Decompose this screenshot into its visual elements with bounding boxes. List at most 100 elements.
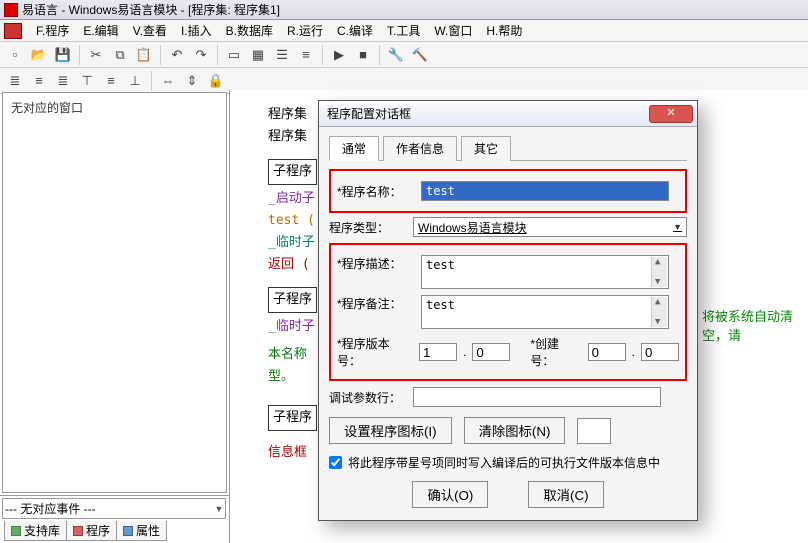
size2-icon[interactable]: ⇕ bbox=[181, 70, 203, 92]
event-combo[interactable]: --- 无对应事件 --- ▼ bbox=[2, 498, 226, 519]
title-bar: 易语言 - Windows易语言模块 - [程序集: 程序集1] bbox=[0, 0, 808, 20]
label-version: *程序版本号： bbox=[337, 335, 413, 369]
new-icon[interactable]: ▫ bbox=[4, 44, 26, 66]
cut-icon[interactable]: ✂ bbox=[85, 44, 107, 66]
textarea-text: test bbox=[426, 258, 455, 272]
scrollbar[interactable] bbox=[651, 297, 667, 327]
config-dialog: 程序配置对话框 ✕ 通常 作者信息 其它 *程序名称： test 程序类型： W… bbox=[318, 100, 698, 521]
menu-bar: F.程序 E.编辑 V.查看 I.插入 B.数据库 R.运行 C.编译 T.工具… bbox=[0, 20, 808, 42]
menu-tools[interactable]: T.工具 bbox=[381, 20, 426, 41]
code-box: 子程序 bbox=[268, 159, 317, 185]
icon-preview bbox=[577, 418, 611, 444]
code-line: _临时子 bbox=[268, 232, 317, 254]
menu-view[interactable]: V.查看 bbox=[127, 20, 173, 41]
lock-icon[interactable]: 🔒 bbox=[205, 70, 227, 92]
menu-compile[interactable]: C.编译 bbox=[331, 20, 379, 41]
tab-program[interactable]: 程序 bbox=[66, 521, 117, 541]
align-right-icon[interactable]: ≣ bbox=[52, 70, 74, 92]
code-box: 子程序 bbox=[268, 405, 317, 431]
table-icon[interactable]: ☰ bbox=[271, 44, 293, 66]
separator bbox=[160, 45, 161, 65]
tab-author[interactable]: 作者信息 bbox=[383, 136, 457, 161]
tab-support-lib[interactable]: 支持库 bbox=[4, 521, 67, 541]
label-description: *程序描述： bbox=[337, 255, 415, 272]
code-line: 程序集 bbox=[268, 126, 317, 148]
wrench-icon[interactable]: 🔧 bbox=[385, 44, 407, 66]
menu-window[interactable]: W.窗口 bbox=[428, 20, 478, 41]
label-remark: *程序备注： bbox=[337, 295, 415, 312]
program-name-input[interactable]: test bbox=[421, 181, 669, 201]
version-major-input[interactable] bbox=[419, 343, 457, 361]
label-program-name: *程序名称： bbox=[337, 183, 415, 200]
tab-general[interactable]: 通常 bbox=[329, 136, 379, 161]
cancel-button[interactable]: 取消(C) bbox=[528, 481, 603, 508]
dot: . bbox=[632, 345, 635, 359]
program-type-select[interactable]: Windows易语言模块 ▼ bbox=[413, 217, 687, 237]
build-minor-input[interactable] bbox=[641, 343, 679, 361]
ok-button[interactable]: 确认(O) bbox=[412, 481, 488, 508]
hammer-icon[interactable]: 🔨 bbox=[409, 44, 431, 66]
menu-insert[interactable]: I.插入 bbox=[175, 20, 218, 41]
redo-icon[interactable]: ↷ bbox=[190, 44, 212, 66]
debug-args-input[interactable] bbox=[413, 387, 661, 407]
version-minor-input[interactable] bbox=[472, 343, 510, 361]
version-info-checkbox-row: 将此程序带星号项同时写入编译后的可执行文件版本信息中 bbox=[329, 454, 687, 471]
copy-icon[interactable]: ⧉ bbox=[109, 44, 131, 66]
lib-icon bbox=[11, 526, 21, 536]
tree-panel: 无对应的窗口 bbox=[2, 92, 227, 493]
grid-icon[interactable]: ▦ bbox=[247, 44, 269, 66]
align-middle-icon[interactable]: ≡ bbox=[100, 70, 122, 92]
dialog-title: 程序配置对话框 bbox=[327, 105, 411, 122]
checkbox-label: 将此程序带星号项同时写入编译后的可执行文件版本信息中 bbox=[348, 454, 660, 471]
clear-icon-button[interactable]: 清除图标(N) bbox=[464, 417, 566, 444]
toolbar-1: ▫ 📂 💾 ✂ ⧉ 📋 ↶ ↷ ▭ ▦ ☰ ≡ ▶ ■ 🔧 🔨 bbox=[0, 42, 808, 68]
open-icon[interactable]: 📂 bbox=[28, 44, 50, 66]
align-left-icon[interactable]: ≣ bbox=[4, 70, 26, 92]
dialog-tabs: 通常 作者信息 其它 bbox=[329, 135, 687, 161]
tab-properties[interactable]: 属性 bbox=[116, 521, 167, 541]
separator bbox=[322, 45, 323, 65]
align-top-icon[interactable]: ⊤ bbox=[76, 70, 98, 92]
stop-icon[interactable]: ■ bbox=[352, 44, 374, 66]
dialog-buttons: 确认(O) 取消(C) bbox=[329, 481, 687, 508]
textarea-text: test bbox=[426, 298, 455, 312]
form-icon[interactable]: ▭ bbox=[223, 44, 245, 66]
separator bbox=[151, 71, 152, 91]
tab-label: 支持库 bbox=[24, 522, 60, 539]
list-icon[interactable]: ≡ bbox=[295, 44, 317, 66]
prog-icon bbox=[73, 526, 83, 536]
align-bottom-icon[interactable]: ⊥ bbox=[124, 70, 146, 92]
close-button[interactable]: ✕ bbox=[649, 105, 693, 123]
window-title: 易语言 - Windows易语言模块 - [程序集: 程序集1] bbox=[22, 1, 280, 18]
separator bbox=[379, 45, 380, 65]
paste-icon[interactable]: 📋 bbox=[133, 44, 155, 66]
menu-program[interactable]: F.程序 bbox=[30, 20, 75, 41]
tab-other[interactable]: 其它 bbox=[461, 136, 511, 161]
align-center-icon[interactable]: ≡ bbox=[28, 70, 50, 92]
chevron-down-icon: ▼ bbox=[673, 222, 682, 232]
code-line: 返回 ( bbox=[268, 254, 317, 276]
undo-icon[interactable]: ↶ bbox=[166, 44, 188, 66]
separator bbox=[79, 45, 80, 65]
scrollbar[interactable] bbox=[651, 257, 667, 287]
version-info-checkbox[interactable] bbox=[329, 456, 342, 469]
menu-database[interactable]: B.数据库 bbox=[220, 20, 279, 41]
set-icon-button[interactable]: 设置程序图标(I) bbox=[329, 417, 452, 444]
description-input[interactable]: test bbox=[421, 255, 669, 289]
chevron-down-icon: ▼ bbox=[214, 504, 223, 514]
size-icon[interactable]: ⇔ bbox=[157, 70, 179, 92]
code-line: _启动子 bbox=[268, 188, 317, 210]
separator bbox=[217, 45, 218, 65]
remark-input[interactable]: test bbox=[421, 295, 669, 329]
save-icon[interactable]: 💾 bbox=[52, 44, 74, 66]
tab-label: 属性 bbox=[136, 522, 160, 539]
menu-help[interactable]: H.帮助 bbox=[480, 20, 528, 41]
menu-run[interactable]: R.运行 bbox=[281, 20, 329, 41]
build-major-input[interactable] bbox=[588, 343, 626, 361]
menu-edit[interactable]: E.编辑 bbox=[77, 20, 124, 41]
run-icon[interactable]: ▶ bbox=[328, 44, 350, 66]
code-line: 型。 bbox=[268, 366, 317, 388]
code-box: 子程序 bbox=[268, 287, 317, 313]
left-panel: 无对应的窗口 --- 无对应事件 --- ▼ 支持库 程序 属性 bbox=[0, 90, 230, 543]
tab-label: 程序 bbox=[86, 522, 110, 539]
